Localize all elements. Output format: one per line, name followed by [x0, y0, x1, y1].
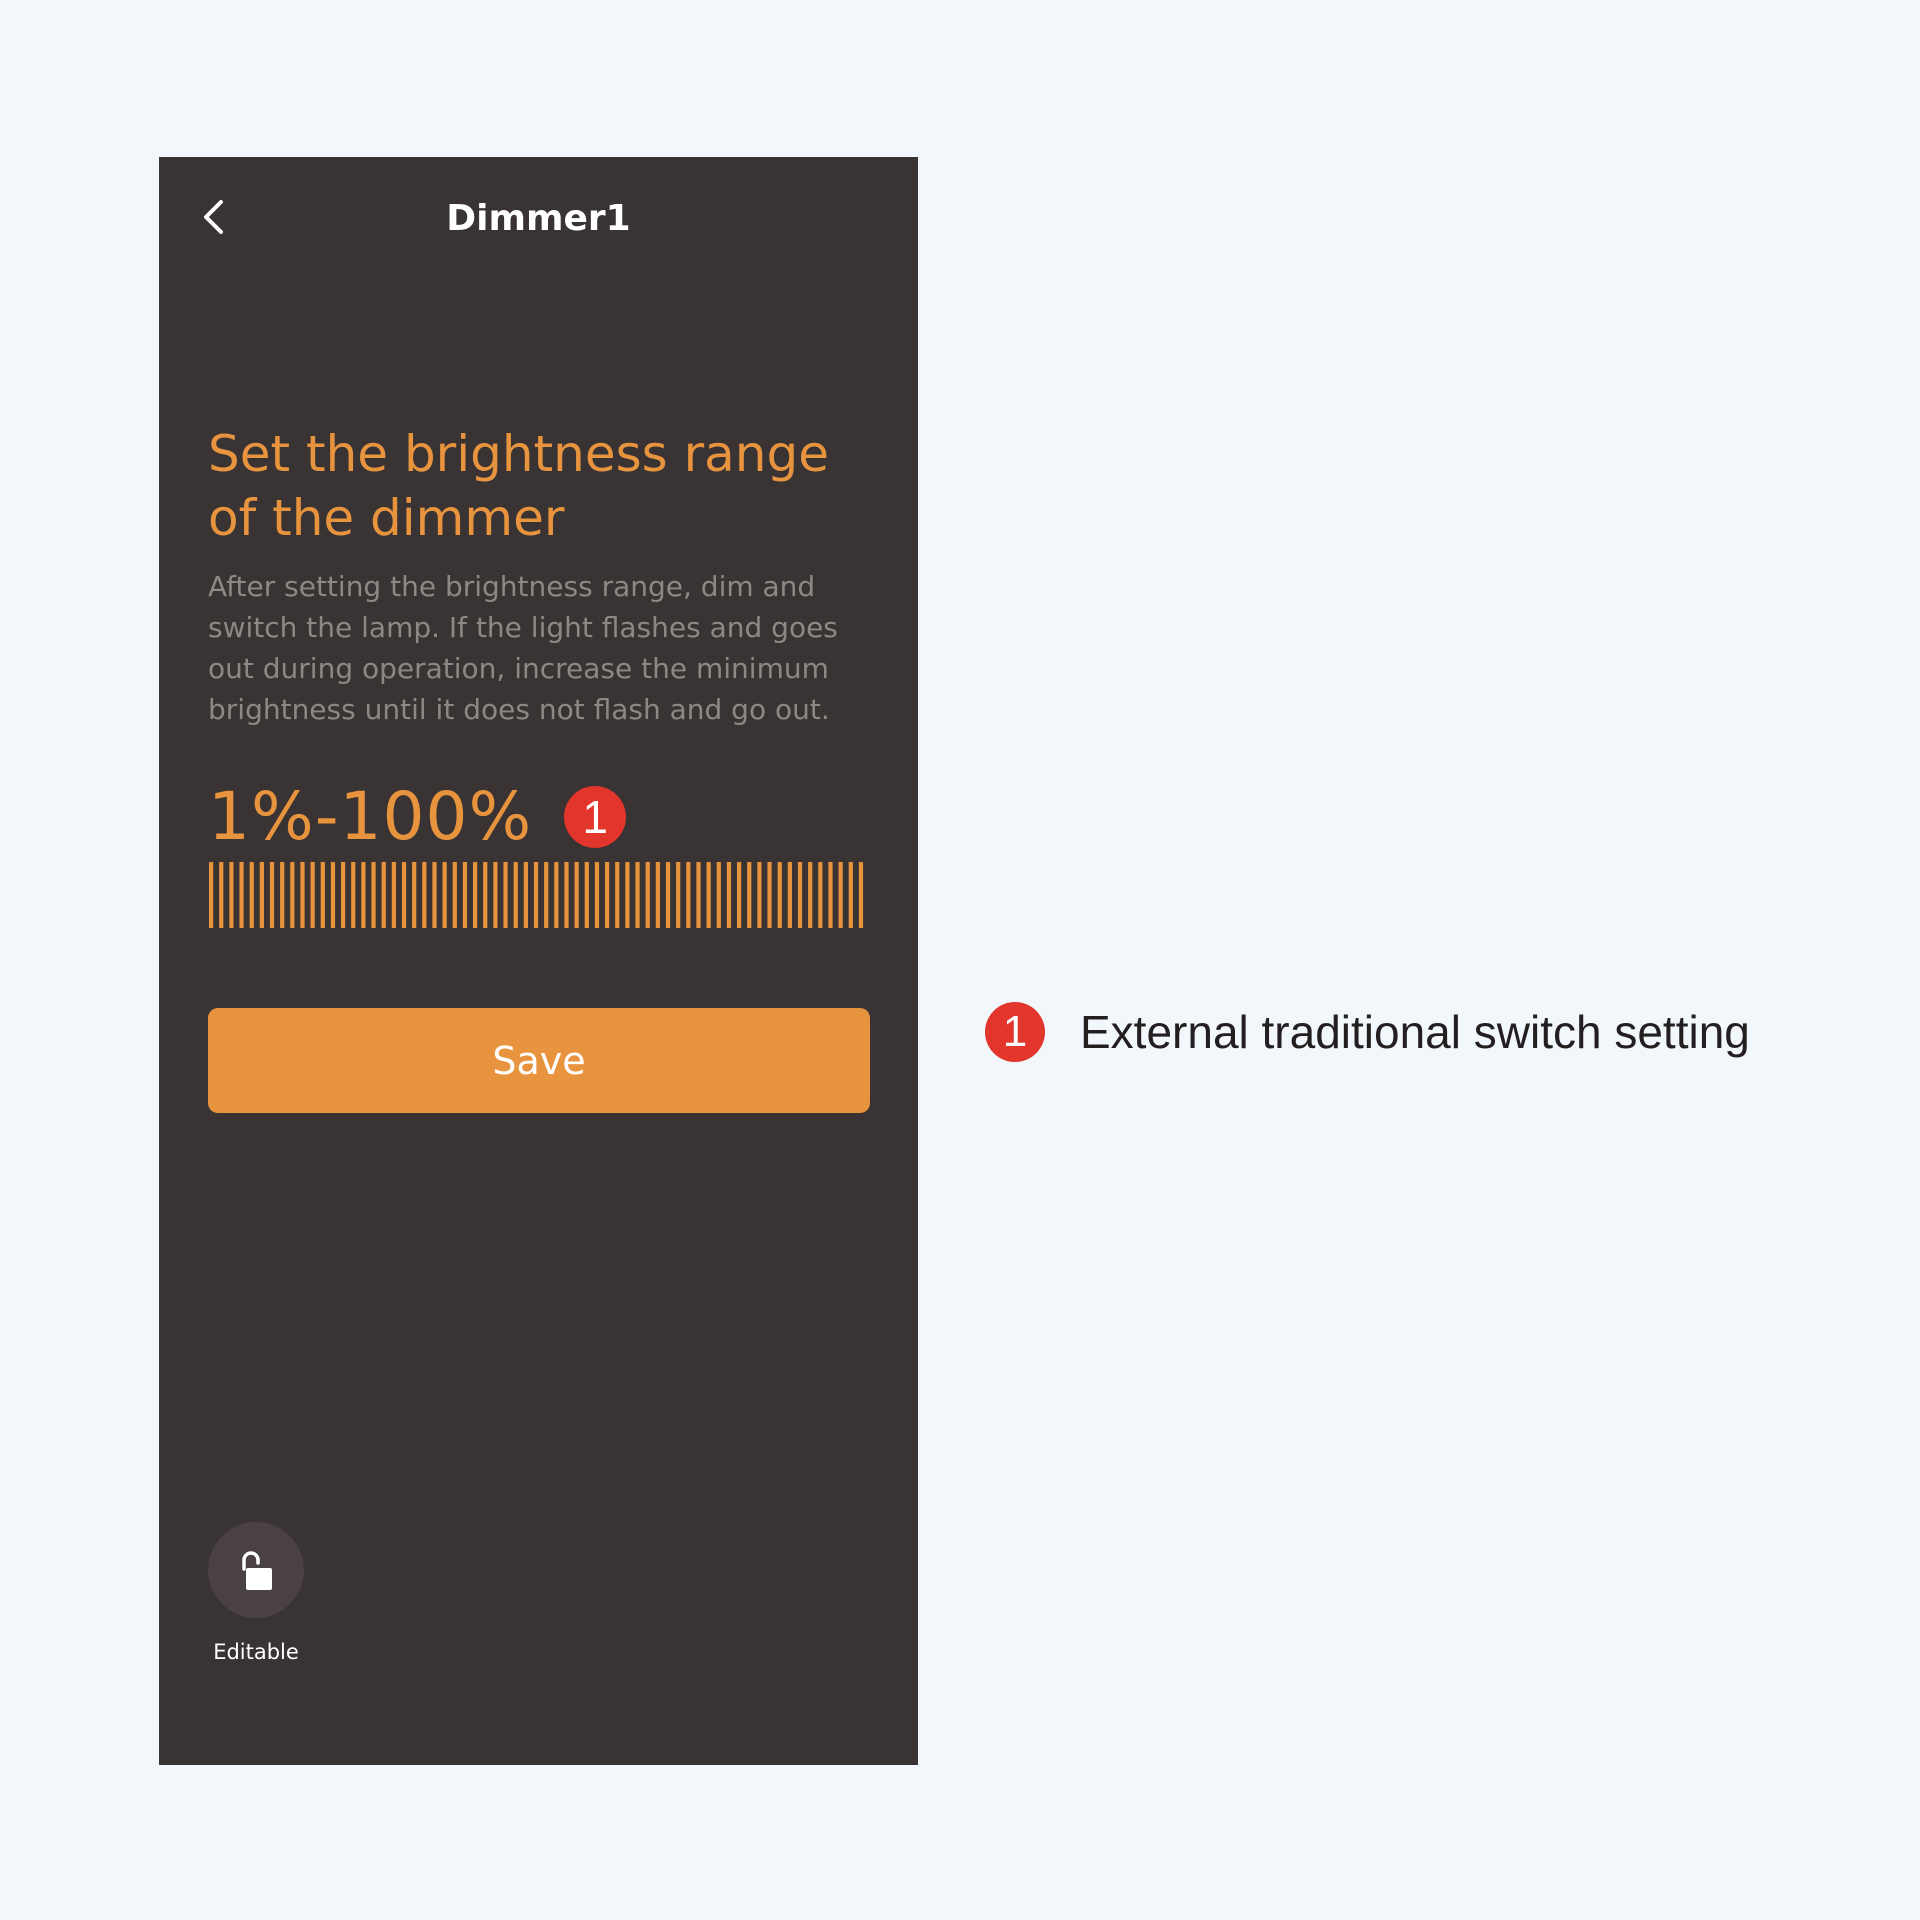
slider-tick — [737, 862, 742, 928]
slider-tick — [696, 862, 701, 928]
slider-ticks — [209, 862, 864, 928]
save-button[interactable]: Save — [208, 1008, 870, 1113]
lock-control: Editable — [208, 1522, 304, 1664]
slider-tick — [249, 862, 254, 928]
slider-tick — [503, 862, 508, 928]
lock-toggle-button[interactable] — [208, 1522, 304, 1618]
slider-tick — [533, 862, 539, 928]
slider-tick — [300, 862, 305, 928]
slider-tick — [615, 862, 620, 928]
phone-screen: Dimmer1 Set the brightness range of the … — [159, 157, 918, 1765]
slider-tick — [493, 862, 498, 928]
slider-tick — [412, 862, 417, 928]
slider-tick — [432, 862, 437, 928]
slider-tick — [747, 862, 752, 928]
slider-tick — [848, 862, 853, 928]
slider-tick — [828, 862, 833, 928]
annotation-badge: 1 — [564, 786, 627, 848]
page-title: Dimmer1 — [446, 198, 631, 239]
slider-tick — [686, 862, 691, 928]
slider-tick — [605, 862, 610, 928]
slider-tick — [574, 862, 579, 928]
slider-tick — [544, 862, 549, 928]
brightness-range-value: 1%-100% — [208, 778, 533, 855]
range-row: 1%-100% 1 — [208, 777, 627, 857]
slider-tick — [635, 862, 640, 928]
slider-tick — [858, 862, 864, 928]
slider-tick — [229, 862, 234, 928]
slider-tick — [320, 862, 325, 928]
slider-tick — [808, 862, 813, 928]
slider-tick — [462, 862, 468, 928]
slider-tick — [554, 862, 559, 928]
section-description: After setting the brightness range, dim … — [208, 570, 838, 726]
slider-tick — [716, 862, 721, 928]
slider-tick — [838, 862, 843, 928]
slider-tick — [655, 862, 660, 928]
slider-tick — [269, 862, 275, 928]
slider-tick — [391, 862, 396, 928]
slider-tick — [401, 862, 407, 928]
slider-tick — [209, 862, 214, 928]
slider-tick — [290, 862, 295, 928]
slider-tick — [341, 862, 346, 928]
slider-tick — [310, 862, 315, 928]
slider-tick — [371, 862, 376, 928]
brightness-range-slider[interactable] — [208, 862, 868, 928]
slider-tick — [381, 862, 386, 928]
slider-tick — [422, 862, 427, 928]
annotation-legend-text: External traditional switch setting — [1080, 1006, 1750, 1058]
slider-tick — [361, 862, 366, 928]
slider-tick — [797, 862, 803, 928]
slider-tick — [351, 862, 356, 928]
slider-tick — [706, 862, 711, 928]
slider-tick — [777, 862, 782, 928]
slider-tick — [767, 862, 772, 928]
slider-tick — [584, 862, 589, 928]
slider-tick — [757, 862, 762, 928]
slider-tick — [645, 862, 650, 928]
slider-tick — [473, 862, 478, 928]
slider-tick — [594, 862, 600, 928]
lock-label: Editable — [213, 1640, 299, 1664]
slider-tick — [564, 862, 569, 928]
slider-tick — [513, 862, 518, 928]
slider-tick — [726, 862, 732, 928]
slider-tick — [483, 862, 488, 928]
unlock-icon — [242, 1551, 272, 1590]
slider-tick — [787, 862, 792, 928]
slider-tick — [625, 862, 630, 928]
slider-tick — [259, 862, 264, 928]
slider-tick — [452, 862, 457, 928]
annotation-legend-badge: 1 — [985, 1002, 1045, 1062]
slider-tick — [818, 862, 823, 928]
slider-tick — [219, 862, 224, 928]
slider-tick — [523, 862, 528, 928]
slider-tick — [665, 862, 671, 928]
slider-tick — [280, 862, 285, 928]
slider-tick — [239, 862, 244, 928]
slider-tick — [330, 862, 336, 928]
annotation-legend: 1 External traditional switch setting — [985, 1002, 1750, 1062]
slider-tick — [676, 862, 681, 928]
section-heading: Set the brightness range of the dimmer — [208, 425, 829, 547]
slider-tick — [442, 862, 447, 928]
